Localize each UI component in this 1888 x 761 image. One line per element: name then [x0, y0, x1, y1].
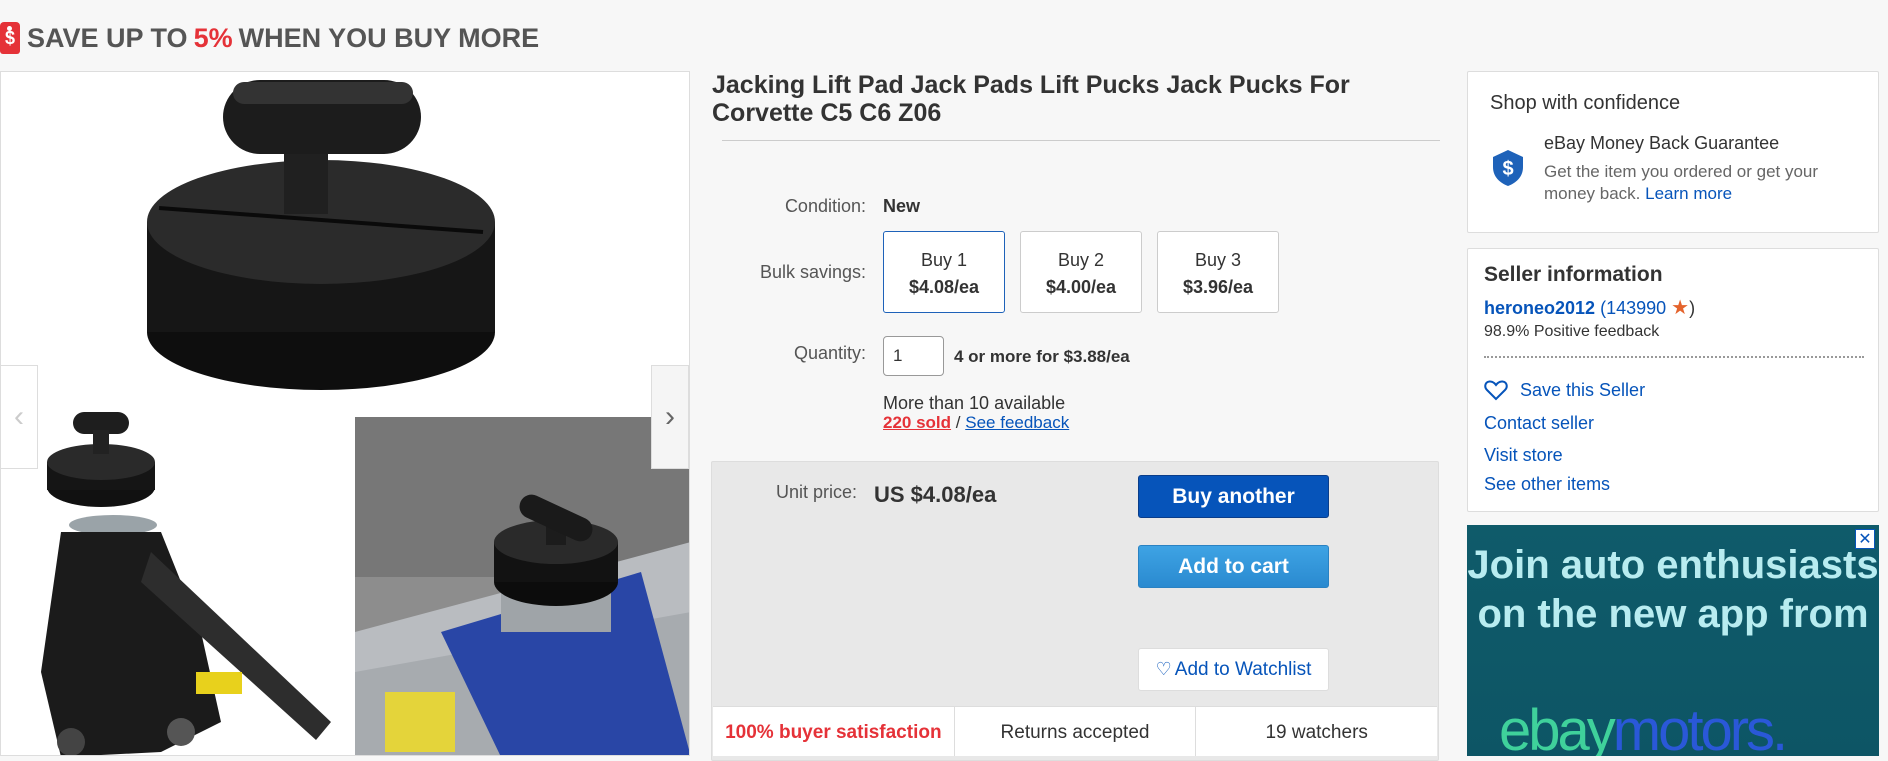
visit-store-link[interactable]: Visit store	[1484, 445, 1563, 466]
shop-with-confidence-card: Shop with confidence $ eBay Money Back G…	[1467, 71, 1879, 233]
sold-separator: /	[955, 413, 961, 432]
bulk-option-price: $4.00/ea	[1045, 277, 1117, 297]
buy-another-button[interactable]: Buy another	[1138, 475, 1329, 518]
watchers-stat: 19 watchers	[1265, 721, 1368, 743]
shield-dollar-icon: $	[1493, 150, 1523, 186]
installed-pad-image	[355, 417, 689, 755]
condition-label: Condition:	[784, 196, 866, 216]
product-photo-collage	[1, 72, 689, 755]
positive-feedback: 98.9% Positive feedback	[1484, 323, 1660, 340]
condition-value: New	[883, 196, 921, 216]
bulk-savings-label: Bulk savings:	[759, 262, 866, 282]
contact-seller-link[interactable]: Contact seller	[1484, 413, 1594, 434]
availability-text: More than 10 available	[883, 393, 1066, 413]
heart-icon: ♡	[1155, 659, 1172, 679]
seller-info-title: Seller information	[1484, 263, 1663, 286]
watchlist-label: Add to Watchlist	[1174, 658, 1312, 680]
seller-information-card: Seller information heroneo2012 (143990 ★…	[1467, 248, 1879, 512]
unit-price-value: US $4.08/ea	[874, 482, 997, 507]
learn-more-link[interactable]: Learn more	[1645, 184, 1732, 203]
heart-icon	[1484, 380, 1508, 401]
quantity-label: Quantity:	[793, 343, 866, 363]
bulk-savings-banner: $ SAVE UP TO 5% WHEN YOU BUY MORE	[0, 18, 539, 58]
logo-motors-text: motors.	[1612, 698, 1788, 756]
bulk-option-price: $3.96/ea	[1182, 277, 1254, 297]
ad-headline: Join auto enthusiasts on the new app fro…	[1467, 543, 1879, 636]
bulk-option-label: Buy 3	[1194, 250, 1242, 270]
quantity-discount-note: 4 or more for $3.88/ea	[954, 347, 1130, 366]
promo-suffix: WHEN YOU BUY MORE	[238, 22, 540, 53]
ebay-motors-ad[interactable]: ✕ Join auto enthusiasts on the new app f…	[1467, 525, 1879, 756]
price-tag-icon: $	[0, 22, 20, 54]
product-title: Jacking Lift Pad Jack Pads Lift Pucks Ja…	[712, 71, 1350, 127]
money-back-guarantee-desc: Get the item you ordered or get your mon…	[1544, 161, 1864, 205]
seller-name-line: heroneo2012 (143990 ★)	[1484, 295, 1695, 320]
jack-product-image	[1, 412, 354, 755]
promo-percent: 5%	[193, 22, 233, 53]
seller-divider	[1484, 356, 1864, 358]
returns-stat: Returns accepted	[955, 707, 1197, 756]
bulk-option-label: Buy 1	[920, 250, 968, 270]
add-to-watchlist-button[interactable]: ♡ Add to Watchlist	[1138, 648, 1329, 691]
see-feedback-link[interactable]: See feedback	[965, 413, 1069, 432]
save-seller-link[interactable]: Save this Seller	[1520, 380, 1645, 401]
close-paren: )	[1689, 298, 1696, 318]
next-image-button[interactable]: ›	[651, 365, 689, 469]
bulk-option-buy-1[interactable]: Buy 1 $4.08/ea	[883, 231, 1005, 313]
see-other-items-link[interactable]: See other items	[1484, 474, 1610, 495]
unit-price-label: Unit price:	[776, 482, 858, 502]
bulk-option-price: $4.08/ea	[908, 277, 980, 297]
promo-prefix: SAVE UP TO	[27, 22, 188, 53]
quantity-input[interactable]: 1	[883, 336, 944, 376]
ebay-motors-logo: ebaymotors.	[1499, 697, 1788, 756]
add-to-cart-button[interactable]: Add to cart	[1138, 545, 1329, 588]
bulk-option-buy-3[interactable]: Buy 3 $3.96/ea	[1157, 231, 1279, 313]
product-image-gallery[interactable]: ‹ ›	[0, 71, 690, 756]
chevron-left-icon: ‹	[14, 400, 24, 433]
chevron-right-icon: ›	[665, 400, 675, 433]
title-divider	[722, 140, 1440, 141]
bulk-option-buy-2[interactable]: Buy 2 $4.00/ea	[1020, 231, 1142, 313]
sold-count-link[interactable]: 220 sold	[883, 413, 951, 432]
shooting-star-icon: ★	[1671, 297, 1690, 319]
sold-feedback-line: 220 sold / See feedback	[883, 413, 1069, 433]
item-stats-bar: 100% buyer satisfaction Returns accepted…	[713, 706, 1437, 756]
buyer-satisfaction-stat: 100% buyer satisfaction	[713, 707, 955, 756]
previous-image-button[interactable]: ‹	[1, 365, 38, 469]
bulk-option-label: Buy 2	[1057, 250, 1105, 270]
logo-ebay-text: ebay	[1499, 698, 1616, 756]
confidence-title: Shop with confidence	[1490, 92, 1681, 114]
money-back-guarantee-title: eBay Money Back Guarantee	[1544, 133, 1780, 153]
svg-text:$: $	[1502, 158, 1513, 180]
seller-feedback-score[interactable]: 143990	[1606, 298, 1666, 318]
seller-name-link[interactable]: heroneo2012	[1484, 298, 1595, 318]
